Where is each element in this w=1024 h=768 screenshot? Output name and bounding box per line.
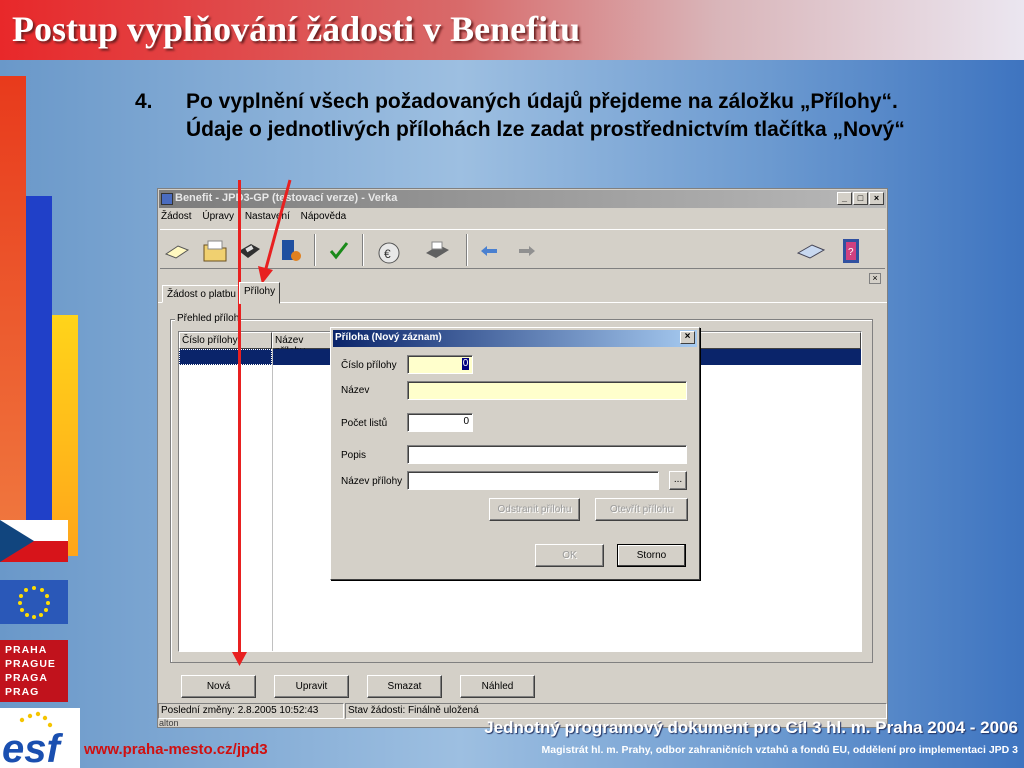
remove-attachment-button[interactable]: Odstranit přílohu <box>489 498 580 521</box>
toolbar-separator <box>314 234 316 266</box>
column-divider <box>272 349 273 651</box>
decor-stripe-blue <box>26 196 52 556</box>
ok-button[interactable]: OK <box>535 544 604 567</box>
svg-text:?: ? <box>848 247 854 258</box>
toolbar-separator <box>362 234 364 266</box>
attachment-dialog: Příloha (Nový záznam) × Číslo přílohy 0 … <box>330 327 700 580</box>
open-folder-icon[interactable] <box>200 236 230 266</box>
esf-logo: esf <box>0 708 80 768</box>
footer-department: Magistrát hl. m. Prahy, odbor zahraniční… <box>541 744 1018 756</box>
decor-stripe-red <box>0 76 26 556</box>
filename-field[interactable] <box>407 471 659 490</box>
red-arrow-head-bottom <box>232 652 247 666</box>
minimize-button[interactable]: _ <box>837 192 852 205</box>
app-icon <box>161 193 173 205</box>
praha-logo-line: PRAGA <box>5 672 48 684</box>
menu-napoveda[interactable]: Nápověda <box>301 211 347 222</box>
tab-zadost-o-platbu[interactable]: Žádost o platbu <box>162 285 241 303</box>
name-label: Název <box>341 385 370 396</box>
name-field[interactable] <box>407 381 687 400</box>
notes-icon[interactable] <box>796 236 826 266</box>
browse-button[interactable]: ... <box>669 471 687 490</box>
red-arrow-vertical <box>238 180 241 654</box>
menu-upravy[interactable]: Úpravy <box>202 211 234 222</box>
menu-zadost[interactable]: Žádost <box>161 211 192 222</box>
status-state: Stav žádosti: Finálně uložená <box>345 703 887 719</box>
focused-cell <box>179 349 272 365</box>
dialog-title: Příloha (Nový záznam) <box>335 332 442 343</box>
column-header-name[interactable]: Název přílohy <box>272 332 332 357</box>
arrow-right-icon[interactable] <box>512 236 542 266</box>
praha-logo-line: PRAGUE <box>5 658 56 670</box>
praha-logo: PRAHA PRAGUE PRAGA PRAG <box>0 640 68 702</box>
tab-prilohy[interactable]: Přílohy <box>239 282 281 304</box>
open-attachment-button[interactable]: Otevřít přílohu <box>595 498 688 521</box>
pages-field[interactable]: 0 <box>407 413 473 432</box>
maximize-button[interactable]: □ <box>853 192 868 205</box>
number-label: Číslo přílohy <box>341 360 397 371</box>
praha-logo-line: PRAHA <box>5 644 48 656</box>
edit-button[interactable]: Upravit <box>274 675 349 698</box>
column-header-number[interactable]: Číslo přílohy <box>179 332 272 349</box>
description-field[interactable] <box>407 445 687 464</box>
step-text: Po vyplnění všech požadovaných údajů pře… <box>186 90 905 141</box>
dialog-title-bar: Příloha (Nový záznam) × <box>333 330 697 347</box>
praha-logo-line: PRAG <box>5 686 40 698</box>
group-title: Přehled příloh <box>175 313 242 324</box>
arrow-left-icon[interactable] <box>474 236 504 266</box>
cancel-button[interactable]: Storno <box>617 544 686 567</box>
new-button[interactable]: Nová <box>181 675 256 698</box>
description-label: Popis <box>341 450 367 461</box>
slide-title-bar: Postup vyplňování žádosti v Benefitu <box>0 0 1024 60</box>
check-icon[interactable] <box>324 236 354 266</box>
slide-title: Postup vyplňování žádosti v Benefitu <box>12 9 581 49</box>
czech-flag-icon <box>0 520 68 562</box>
print-icon[interactable] <box>422 236 452 266</box>
step-number: 4. <box>135 90 153 113</box>
number-field-value: 0 <box>462 358 469 370</box>
delete-button[interactable]: Smazat <box>367 675 442 698</box>
footer-url-link[interactable]: www.praha-mesto.cz/jpd3 <box>84 741 268 758</box>
close-button[interactable]: × <box>869 192 884 205</box>
svg-text:€: € <box>384 247 391 261</box>
preview-button[interactable]: Náhled <box>460 675 535 698</box>
filename-label: Název přílohy <box>341 476 403 487</box>
svg-text:esf: esf <box>2 727 63 768</box>
status-bar: Poslední změny: 2.8.2005 10:52:43 Stav ž… <box>158 703 887 719</box>
toolbar-separator <box>466 234 468 266</box>
red-arrow-diagonal <box>258 179 292 284</box>
status-last-change: Poslední změny: 2.8.2005 10:52:43 <box>158 703 344 719</box>
dialog-close-button[interactable]: × <box>680 331 695 344</box>
money-bag-icon[interactable]: € <box>374 236 404 266</box>
footer-program-title: Jednotný programový dokument pro Cíl 3 h… <box>484 718 1018 737</box>
number-field[interactable]: 0 <box>407 355 473 374</box>
pages-label: Počet listů <box>341 418 388 429</box>
help-book-icon[interactable]: ? <box>836 236 866 266</box>
eu-flag-icon <box>0 580 68 624</box>
tab-close-icon[interactable]: × <box>869 273 881 284</box>
new-document-icon[interactable] <box>162 236 192 266</box>
